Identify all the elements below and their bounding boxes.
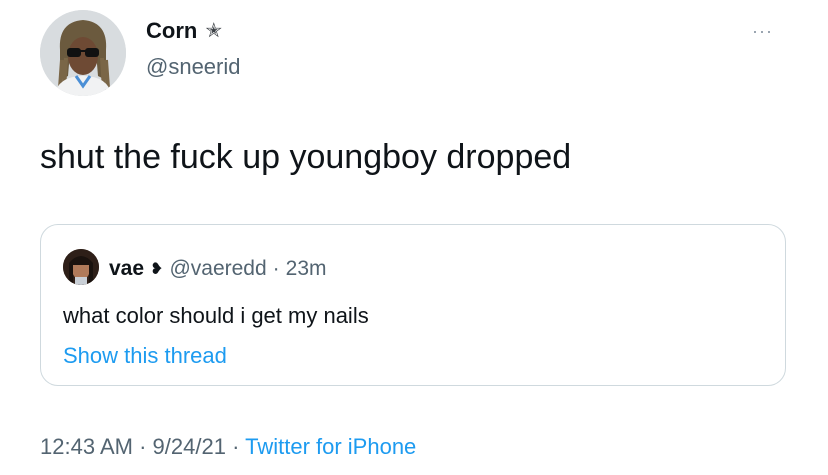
avatar-image [40, 10, 126, 96]
tweet-date[interactable]: 9/24/21 [153, 434, 226, 459]
tweet-time[interactable]: 12:43 AM [40, 434, 133, 459]
meta-separator: · [232, 434, 240, 459]
show-thread-link[interactable]: Show this thread [63, 343, 227, 369]
quoted-handle[interactable]: @vaeredd [169, 257, 266, 281]
quoted-avatar-image [63, 249, 99, 285]
quoted-time[interactable]: 23m [286, 257, 327, 281]
author-name-row[interactable]: Corn ✭ [146, 18, 222, 44]
star-icon: ✭ [205, 20, 223, 42]
quoted-avatar[interactable] [63, 249, 99, 285]
tweet-text: shut the fuck up youngboy dropped [40, 138, 572, 176]
more-options-icon[interactable]: ··· [752, 22, 773, 40]
quoted-header: vae ❥ @vaeredd · 23m [109, 257, 327, 281]
tweet-source-link[interactable]: Twitter for iPhone [245, 434, 416, 459]
quoted-name[interactable]: vae [109, 257, 144, 281]
quoted-tweet[interactable]: vae ❥ @vaeredd · 23m what color should i… [40, 224, 786, 386]
author-handle[interactable]: @sneerid [146, 54, 241, 80]
heart-arrow-icon: ❥ [150, 261, 164, 278]
author-name[interactable]: Corn [146, 18, 197, 44]
tweet-meta: 12:43 AM · 9/24/21 · Twitter for iPhone [40, 434, 416, 460]
separator-dot: · [272, 257, 280, 280]
meta-separator: · [139, 434, 147, 459]
avatar[interactable] [40, 10, 126, 96]
quoted-text: what color should i get my nails [63, 303, 369, 328]
